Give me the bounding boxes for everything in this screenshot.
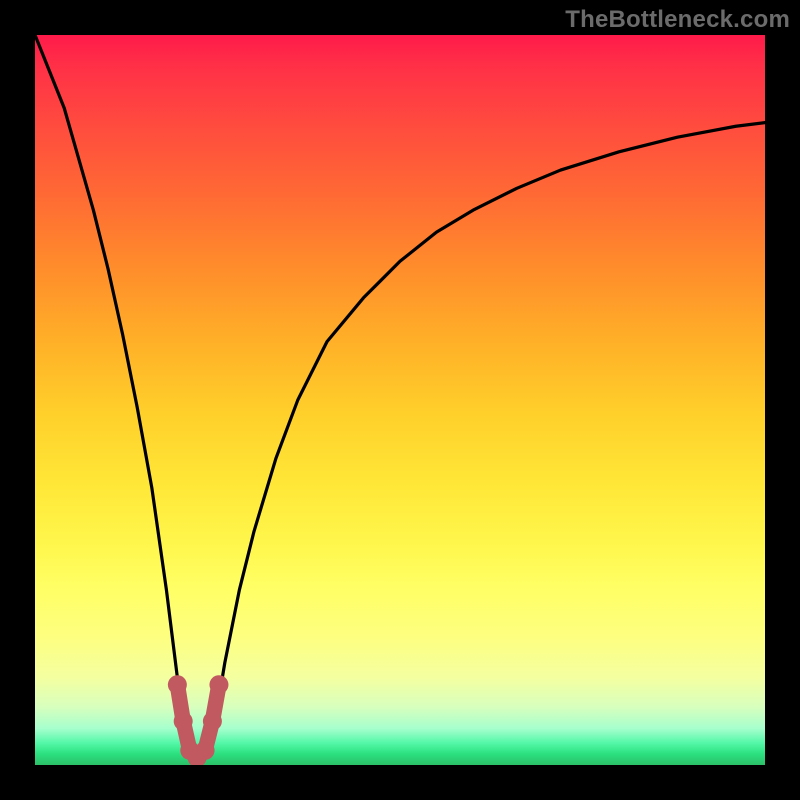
marker-dots — [168, 675, 229, 765]
bottleneck-curve — [35, 35, 765, 758]
chart-frame: TheBottleneck.com — [0, 0, 800, 800]
plot-area — [35, 35, 765, 765]
marker-left-top — [168, 675, 187, 694]
marker-bottom-r — [196, 741, 215, 760]
curve-layer — [35, 35, 765, 765]
watermark-text: TheBottleneck.com — [565, 6, 790, 34]
marker-right-top — [209, 675, 228, 694]
marker-right-mid — [203, 712, 222, 731]
marker-left-mid — [174, 712, 193, 731]
